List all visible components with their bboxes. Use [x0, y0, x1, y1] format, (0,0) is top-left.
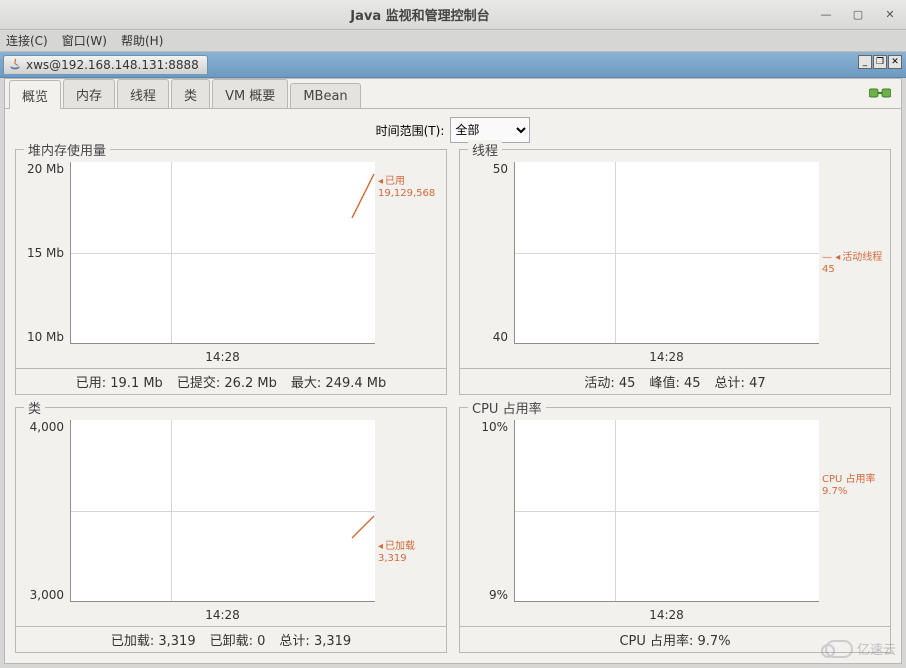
panel-classes: 类 4,000 3,000 ◂已加载 3,319 14:28 [15, 407, 447, 653]
cpu-xlabel: 14:28 [514, 608, 819, 622]
panel-cpu: CPU 占用率 10% 9% CPU 占用率 9.7% 14:28 CPU 占用… [459, 407, 891, 653]
minimize-button[interactable]: — [816, 5, 836, 25]
tab-classes[interactable]: 类 [171, 79, 210, 108]
mdi-close-button[interactable]: ✕ [888, 55, 902, 69]
panel-heap-title: 堆内存使用量 [24, 140, 110, 159]
connected-icon [869, 85, 891, 101]
cpu-summary: CPU 占用率: 9.7% [460, 626, 890, 652]
heap-xlabel: 14:28 [70, 350, 375, 364]
maximize-button[interactable]: ▢ [848, 5, 868, 25]
charts-grid: 堆内存使用量 20 Mb 15 Mb 10 Mb ◂已用 19,129,568 … [15, 149, 891, 653]
threads-summary: 活动: 45 峰值: 45 总计: 47 [460, 368, 890, 394]
content-area: 概览 内存 线程 类 VM 概要 MBean 时间范围(T): 全部 堆内存使用… [4, 78, 902, 664]
threads-legend: — ◂活动线程 45 [822, 252, 884, 276]
panel-threads: 线程 50 40 — ◂活动线程 45 14:28 活动: 45 峰值: 45 [459, 149, 891, 395]
classes-legend: ◂已加载 3,319 [378, 541, 440, 565]
panel-classes-title: 类 [24, 398, 45, 417]
panel-threads-title: 线程 [468, 140, 502, 159]
cpu-plot[interactable] [514, 420, 819, 602]
tab-threads[interactable]: 线程 [117, 79, 169, 108]
mdi-restore-button[interactable]: ❐ [873, 55, 887, 69]
panel-cpu-title: CPU 占用率 [468, 398, 546, 417]
cpu-yaxis: 10% 9% [466, 416, 514, 624]
classes-yaxis: 4,000 3,000 [22, 416, 70, 624]
window-title: Java 监视和管理控制台 [30, 5, 810, 24]
java-icon [8, 58, 22, 72]
menu-connection[interactable]: 连接(C) [6, 32, 48, 49]
tab-overview[interactable]: 概览 [9, 80, 61, 109]
heap-legend: ◂已用 19,129,568 [378, 176, 440, 200]
cpu-legend: CPU 占用率 9.7% [822, 474, 884, 498]
menu-help[interactable]: 帮助(H) [121, 32, 163, 49]
threads-plot[interactable] [514, 162, 819, 344]
connection-tabbar: xws@192.168.148.131:8888 _ ❐ ✕ [0, 52, 906, 78]
tab-vm[interactable]: VM 概要 [212, 79, 288, 108]
threads-yaxis: 50 40 [466, 158, 514, 366]
tab-mbean[interactable]: MBean [290, 83, 360, 108]
mdi-minimize-button[interactable]: _ [858, 55, 872, 69]
tab-row: 概览 内存 线程 类 VM 概要 MBean [5, 79, 901, 109]
connection-tab-label: xws@192.168.148.131:8888 [26, 58, 199, 72]
classes-plot[interactable] [70, 420, 375, 602]
classes-summary: 已加载: 3,319 已卸载: 0 总计: 3,319 [16, 626, 446, 652]
classes-xlabel: 14:28 [70, 608, 375, 622]
connection-tab[interactable]: xws@192.168.148.131:8888 [3, 55, 208, 74]
heap-plot[interactable] [70, 162, 375, 344]
heap-yaxis: 20 Mb 15 Mb 10 Mb [22, 158, 70, 366]
panel-heap: 堆内存使用量 20 Mb 15 Mb 10 Mb ◂已用 19,129,568 … [15, 149, 447, 395]
titlebar: Java 监视和管理控制台 — ▢ ✕ [0, 0, 906, 30]
time-range-label: 时间范围(T): [376, 122, 445, 139]
menubar: 连接(C) 窗口(W) 帮助(H) [0, 30, 906, 52]
close-button[interactable]: ✕ [880, 5, 900, 25]
heap-summary: 已用: 19.1 Mb 已提交: 26.2 Mb 最大: 249.4 Mb [16, 368, 446, 394]
menu-window[interactable]: 窗口(W) [62, 32, 107, 49]
threads-xlabel: 14:28 [514, 350, 819, 364]
time-range-row: 时间范围(T): 全部 [5, 109, 901, 149]
tab-memory[interactable]: 内存 [63, 79, 115, 108]
